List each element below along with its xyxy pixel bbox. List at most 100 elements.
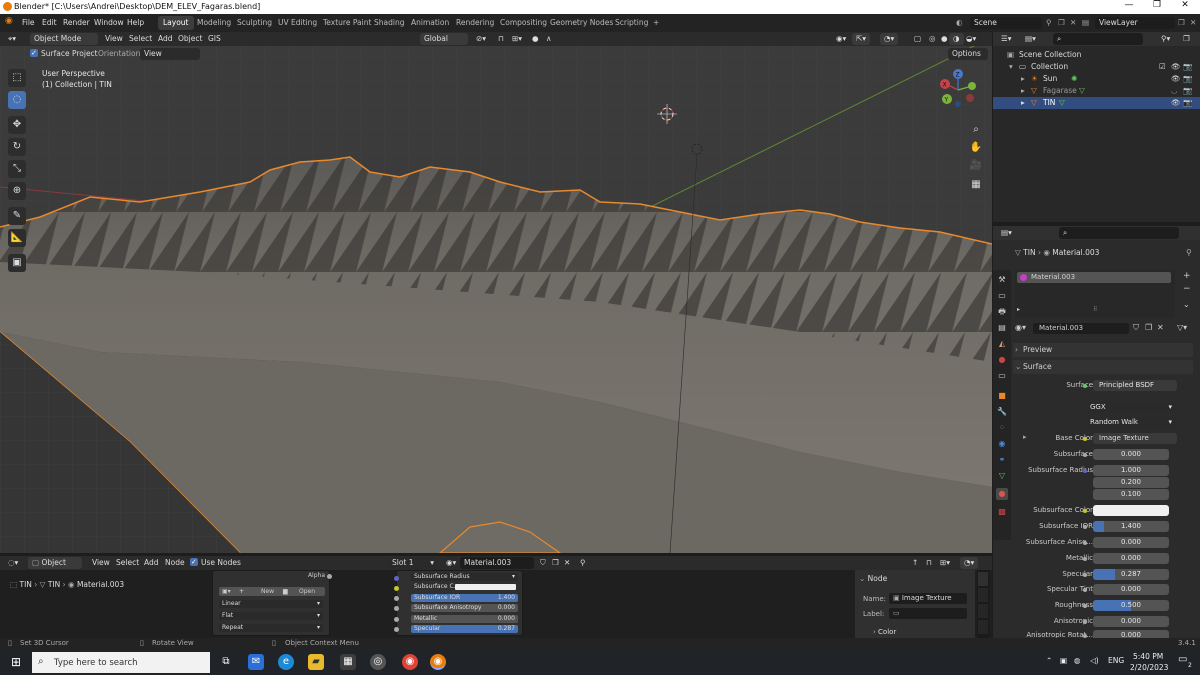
open-image-button[interactable]: Open — [299, 587, 315, 596]
node-menu-select[interactable]: Select — [112, 557, 143, 569]
fake-user-icon[interactable]: ⛉ — [1133, 323, 1139, 333]
socket-color-icon[interactable] — [1083, 437, 1087, 441]
transform-tool-icon[interactable]: ⊕ — [8, 182, 26, 200]
gizmo-y-label[interactable]: Y — [944, 97, 949, 104]
delete-view-layer-icon[interactable]: ✕ — [1190, 18, 1196, 27]
snap-icon[interactable]: ⊓ — [494, 33, 508, 45]
menu-file[interactable]: File — [22, 18, 35, 27]
add-workspace-button[interactable]: + — [648, 16, 664, 30]
distribution-dropdown[interactable]: GGX ▾ — [1086, 402, 1176, 413]
collection-tab-icon[interactable]: ▭ — [996, 370, 1008, 382]
tool-tab[interactable] — [978, 588, 988, 602]
subsurface-radius-x-field[interactable]: 1.000 — [1093, 465, 1169, 476]
view-tab[interactable] — [978, 604, 988, 618]
socket-float-icon[interactable] — [1083, 453, 1087, 457]
input-socket[interactable] — [394, 617, 399, 622]
tray-app-icon[interactable]: ▣ — [1060, 656, 1067, 665]
render-tab-icon[interactable]: ▭ — [996, 290, 1008, 302]
snap-mode-icon[interactable]: ⊞▾ — [936, 557, 954, 569]
socket-float-icon[interactable] — [1083, 620, 1087, 624]
bsdf-row-subsurface-color[interactable]: Subsurface C... — [411, 583, 518, 591]
node-menu-node[interactable]: Node — [161, 557, 189, 569]
outliner-row-sun[interactable]: ▸ ☀ Sun ✺ 👁 📷 — [993, 73, 1200, 85]
close-button[interactable]: ✕ — [1172, 0, 1198, 10]
app-icon[interactable]: ◎ — [370, 654, 386, 670]
alpha-output-socket[interactable] — [327, 574, 332, 579]
subsurface-ior-field[interactable]: 1.400 — [1093, 521, 1169, 532]
extension-dropdown[interactable]: Repeat ▾ — [219, 624, 323, 632]
data-tab-icon[interactable]: ▽ — [996, 470, 1008, 482]
rotate-tool-icon[interactable]: ↻ — [8, 138, 26, 156]
modifier-tab-icon[interactable]: 🔧 — [996, 406, 1008, 418]
shader-editor-type-icon[interactable]: ◌▾ — [4, 557, 22, 569]
tab-rendering[interactable]: Rendering — [451, 16, 499, 30]
outliner-row-collection[interactable]: ▾ ▭ Collection ☑ 👁 📷 — [993, 61, 1200, 73]
select-box-tool-icon[interactable]: ◌ — [8, 91, 26, 109]
input-socket[interactable] — [394, 596, 399, 601]
object-tab-icon[interactable]: ■ — [996, 390, 1008, 402]
outliner-row-tin[interactable]: ▸ ▽ TIN ▽ 👁 📷 — [993, 97, 1200, 109]
new-scene-icon[interactable]: ❐ — [1058, 18, 1065, 27]
outliner-row-fagarase[interactable]: ▸ ▽ Fagarase ▽ ◡ 📷 — [993, 85, 1200, 97]
viewport-menu-select[interactable]: Select — [125, 33, 156, 45]
camera-view-icon[interactable]: 🎥 — [968, 158, 984, 174]
expand-arrow-icon[interactable]: ▸ — [1021, 86, 1025, 95]
link-mode-icon[interactable]: ▽▾ — [1177, 323, 1187, 332]
visibility-icon[interactable]: ◉▾ — [832, 33, 850, 45]
new-collection-icon[interactable]: ❐ — [1179, 33, 1194, 45]
physics-tab-icon[interactable]: ◉ — [996, 438, 1008, 450]
display-mode-icon[interactable]: ▤▾ — [1021, 33, 1040, 45]
socket-float-icon[interactable] — [1083, 541, 1087, 545]
blender-taskbar-icon[interactable]: ◉ — [430, 654, 446, 670]
filter-icon[interactable]: ⚲▾ — [1157, 33, 1174, 45]
expand-arrow-icon[interactable]: ▾ — [1009, 62, 1013, 71]
notifications-icon[interactable]: ▭ — [1178, 654, 1187, 665]
projection-dropdown[interactable]: Flat ▾ — [219, 612, 323, 620]
transform-orientation-dropdown[interactable]: Global — [420, 33, 468, 45]
annotate-tool-icon[interactable]: ✎ — [8, 207, 26, 225]
camera-icon[interactable]: 📷 — [1183, 62, 1192, 71]
unlink-material-icon[interactable]: ✕ — [1157, 323, 1164, 332]
socket-color-icon[interactable] — [1083, 509, 1087, 513]
pivot-point-icon[interactable]: ⊘▾ — [472, 33, 490, 45]
menu-window[interactable]: Window — [94, 18, 124, 27]
viewport-menu-gis[interactable]: GIS — [204, 33, 225, 45]
specular-field[interactable]: 0.287 — [1093, 569, 1169, 580]
edge-browser-icon[interactable]: e — [278, 654, 294, 670]
node-section-header[interactable]: ⌄ Node — [859, 574, 887, 583]
gizmo-x-label[interactable]: X — [943, 82, 947, 89]
anisotropic-field[interactable]: 0.000 — [1093, 616, 1169, 627]
snap-target-icon[interactable]: ⊞▾ — [508, 33, 526, 45]
snap-icon[interactable]: ⊓ — [922, 557, 936, 569]
subsurface-method-dropdown[interactable]: Random Walk ▾ — [1086, 417, 1176, 428]
scene-selector[interactable]: Scene — [970, 17, 1042, 29]
base-color-link-field[interactable]: Image Texture — [1093, 433, 1177, 444]
store-icon[interactable]: ▦ — [340, 654, 356, 670]
menu-edit[interactable]: Edit — [42, 18, 57, 27]
overlays-toggle-icon[interactable]: ◔▾ — [880, 33, 899, 45]
clock-date[interactable]: 2/20/2023 — [1130, 663, 1168, 672]
node-name-field[interactable]: ▣ Image Texture — [889, 593, 967, 604]
socket-float-icon[interactable] — [1083, 557, 1087, 561]
material-tab-icon[interactable]: ● — [996, 488, 1008, 500]
world-tab-icon[interactable]: ● — [996, 354, 1008, 366]
volume-icon[interactable]: ◁) — [1090, 656, 1099, 665]
material-slot-list[interactable]: Material.003 ▸ ⠿ — [1015, 270, 1175, 318]
unlink-material-icon[interactable]: ✕ — [560, 557, 574, 569]
outliner-row-scene-collection[interactable]: ▣ Scene Collection — [993, 49, 1200, 61]
new-image-button[interactable]: New — [261, 587, 274, 596]
subsurface-anisotropy-field[interactable]: 0.000 — [1093, 537, 1169, 548]
socket-vector-icon[interactable] — [1083, 469, 1087, 473]
subsurface-radius-y-field[interactable]: 0.200 — [1093, 477, 1169, 488]
pin-icon[interactable]: ⚲ — [1186, 248, 1192, 257]
clock-time[interactable]: 5:40 PM — [1133, 652, 1163, 661]
view-layer-selector[interactable]: ViewLayer — [1095, 17, 1175, 29]
pin-icon[interactable]: ⚲ — [576, 557, 590, 569]
eye-icon[interactable]: 👁 — [1171, 98, 1181, 107]
gizmo-z-label[interactable]: Z — [956, 72, 960, 79]
eye-closed-icon[interactable]: ◡ — [1171, 86, 1178, 95]
menu-render[interactable]: Render — [63, 18, 90, 27]
tab-compositing[interactable]: Compositing — [495, 16, 552, 30]
constraints-tab-icon[interactable]: ⚭ — [996, 454, 1008, 466]
tab-layout[interactable]: Layout — [158, 16, 194, 30]
